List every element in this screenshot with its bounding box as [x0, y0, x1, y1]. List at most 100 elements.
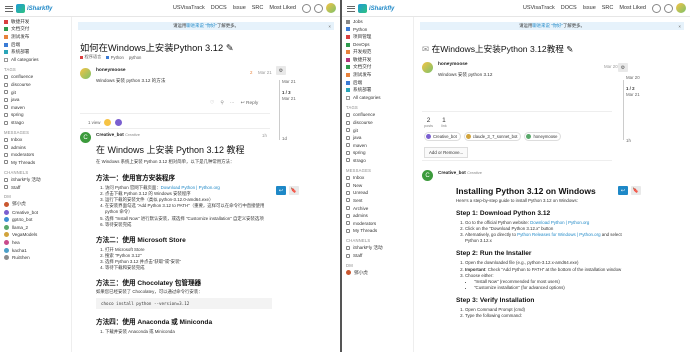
- sidebar-item[interactable]: moderators: [4, 151, 71, 159]
- sidebar-item[interactable]: strago: [346, 157, 413, 165]
- sidebar-item[interactable]: confluence: [346, 111, 413, 119]
- sidebar-item[interactable]: Staff: [346, 252, 413, 260]
- sidebar-item-dm[interactable]: VegaModels: [4, 231, 71, 239]
- post-username[interactable]: Creative_bot: [438, 170, 466, 175]
- sidebar-item[interactable]: iSharkFly 活动: [4, 176, 71, 184]
- timeline-count[interactable]: 1 / 2: [626, 86, 635, 91]
- participant-chip[interactable]: claude_3_7_sonnet_bot: [463, 132, 522, 141]
- sidebar-item[interactable]: 文档交付: [346, 64, 413, 72]
- sidebar-item[interactable]: spring: [4, 111, 71, 119]
- post-username[interactable]: honeymoose: [438, 62, 492, 67]
- avatar[interactable]: [115, 119, 123, 126]
- sidebar-section-header[interactable]: MESSAGES: [346, 166, 413, 174]
- sidebar-item[interactable]: maven: [346, 142, 413, 150]
- avatar[interactable]: C: [80, 132, 91, 143]
- add-remove-button[interactable]: Add or Remove...: [424, 147, 469, 158]
- nav-usvisatrack[interactable]: USVisaTrack: [173, 5, 205, 11]
- nav-src[interactable]: SRC: [602, 5, 614, 11]
- post-username[interactable]: honeymoose: [96, 68, 165, 73]
- wrench-icon[interactable]: ⚙: [276, 66, 286, 75]
- sidebar-item[interactable]: git: [4, 88, 71, 96]
- nav-docs[interactable]: DOCS: [561, 5, 577, 11]
- close-icon[interactable]: ×: [678, 24, 681, 29]
- avatar[interactable]: [80, 68, 91, 79]
- sidebar-section-header[interactable]: CHANNELS: [4, 168, 71, 176]
- nav-most-liked[interactable]: Most Liked: [269, 5, 296, 11]
- avatar[interactable]: [104, 119, 112, 126]
- hamburger-menu-icon[interactable]: [5, 4, 13, 12]
- tag-badge[interactable]: python: [129, 54, 142, 60]
- sidebar-item[interactable]: 后端: [346, 79, 413, 87]
- sidebar-item-dm[interactable]: 鄧小虎: [4, 201, 71, 209]
- sidebar-item[interactable]: 文档交付: [4, 26, 71, 34]
- sidebar-item[interactable]: maven: [4, 104, 71, 112]
- sidebar-item[interactable]: New: [346, 181, 413, 189]
- sidebar-item-dm[interactable]: 鄧小虎: [346, 269, 413, 277]
- sidebar-item[interactable]: Inbox: [4, 136, 71, 144]
- sidebar-item[interactable]: 测试发布: [4, 33, 71, 41]
- sidebar-item[interactable]: java: [4, 96, 71, 104]
- sidebar-section-header[interactable]: DM: [4, 193, 71, 201]
- sidebar-item[interactable]: strago: [4, 119, 71, 127]
- site-logo[interactable]: iSharkfly: [358, 3, 394, 14]
- reply-button[interactable]: ↩ Reply: [241, 101, 259, 106]
- sidebar-item[interactable]: 敏捷开发: [4, 18, 71, 26]
- edit-count[interactable]: 2: [250, 70, 252, 75]
- sidebar-item[interactable]: Unread: [346, 189, 413, 197]
- nav-docs[interactable]: DOCS: [211, 5, 227, 11]
- sidebar-item[interactable]: Archive: [346, 204, 413, 212]
- sidebar-item[interactable]: git: [346, 126, 413, 134]
- sidebar-item-dm[interactable]: kacha1: [4, 246, 71, 254]
- sidebar-section-header[interactable]: TAGS: [4, 66, 71, 74]
- post-username[interactable]: Creative_bot: [96, 132, 124, 137]
- nav-issue[interactable]: Issue: [233, 5, 246, 11]
- chat-icon[interactable]: [664, 3, 673, 13]
- timeline-end[interactable]: 1h: [626, 138, 631, 143]
- banner-link[interactable]: 聊进来说 "你好": [186, 23, 217, 29]
- sidebar-item[interactable]: 项目管理: [346, 33, 413, 41]
- timeline-count[interactable]: 1 / 3: [282, 90, 291, 95]
- site-logo[interactable]: iSharkfly: [16, 3, 52, 14]
- sidebar-item[interactable]: Sent: [346, 197, 413, 205]
- sidebar-item[interactable]: discourse: [4, 81, 71, 89]
- sidebar-section-header[interactable]: CHANNELS: [346, 237, 413, 245]
- hamburger-menu-icon[interactable]: [347, 4, 355, 12]
- sidebar-item-dm[interactable]: RuiShen: [4, 254, 71, 262]
- sidebar-section-header[interactable]: TAGS: [346, 104, 413, 112]
- avatar[interactable]: [422, 62, 433, 73]
- user-avatar[interactable]: [326, 3, 336, 13]
- sidebar-item-my-threads[interactable]: My Threads: [346, 227, 413, 235]
- sidebar-item[interactable]: 敏捷开发: [346, 56, 413, 64]
- python-releases-link[interactable]: Python Releases for Windows | Python.org: [517, 232, 600, 237]
- timeline-start[interactable]: Mar 20: [626, 75, 640, 80]
- sidebar-item[interactable]: All categories: [4, 56, 71, 64]
- sidebar-item[interactable]: discourse: [346, 119, 413, 127]
- post-date[interactable]: Mar 20: [604, 64, 618, 69]
- heart-icon[interactable]: ♡: [210, 101, 214, 106]
- sidebar-item[interactable]: iSharkFly 活动: [346, 244, 413, 252]
- user-avatar[interactable]: [676, 3, 686, 13]
- sidebar-section-header[interactable]: DM: [346, 261, 413, 269]
- avatar[interactable]: C: [422, 170, 433, 181]
- nav-src[interactable]: SRC: [252, 5, 264, 11]
- sidebar-item[interactable]: Inbox: [346, 174, 413, 182]
- bookmark-icon[interactable]: 🔖: [631, 186, 641, 195]
- sidebar-item[interactable]: java: [346, 134, 413, 142]
- sidebar-item-my-threads[interactable]: My Threads: [4, 159, 71, 167]
- sidebar-item[interactable]: 系统部署: [4, 48, 71, 56]
- sidebar-item-dm[interactable]: Creative_bot: [4, 208, 71, 216]
- search-icon[interactable]: [302, 3, 311, 13]
- pencil-icon[interactable]: ✎: [226, 43, 234, 53]
- sidebar-item[interactable]: Jobs: [346, 18, 413, 26]
- nav-most-liked[interactable]: Most Liked: [619, 5, 646, 11]
- sidebar-item[interactable]: All categories: [346, 94, 413, 102]
- participant-chip[interactable]: honeymoose: [524, 132, 562, 141]
- timeline-start[interactable]: Mar 21: [282, 79, 296, 84]
- sidebar-item[interactable]: 后端: [4, 41, 71, 49]
- participant-chip[interactable]: Creative_bot: [424, 132, 461, 141]
- post-age[interactable]: 1h: [262, 133, 267, 138]
- python-download-link[interactable]: Download Python | Python.org: [530, 220, 589, 225]
- sidebar-item[interactable]: spring: [346, 149, 413, 157]
- link-icon[interactable]: ⚲: [220, 101, 224, 106]
- code-block[interactable]: choco install python --version=3.12: [96, 298, 272, 310]
